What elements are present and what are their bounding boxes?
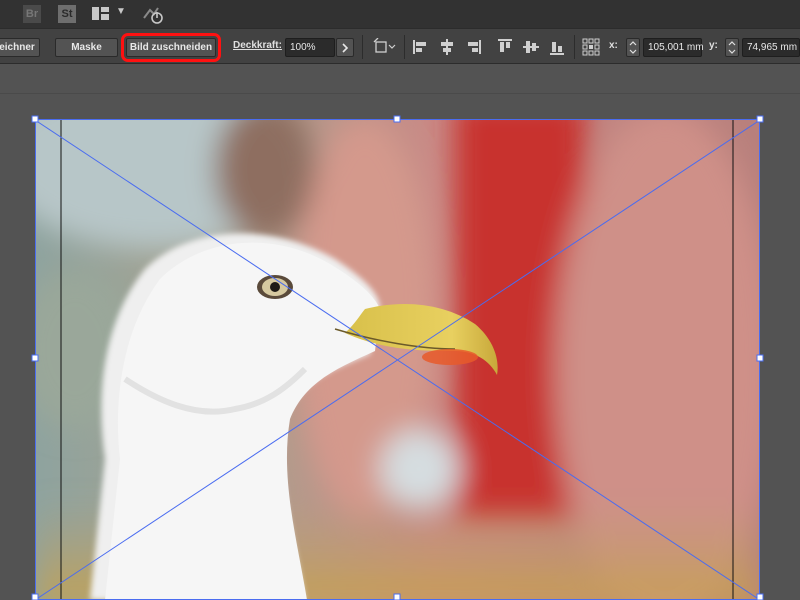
align-horizontal-center-icon[interactable] [438,38,456,56]
chevron-down-icon[interactable]: ▼ [116,6,126,17]
sync-icon[interactable] [142,4,164,24]
align-top-icon[interactable] [496,38,514,56]
align-vertical-center-icon[interactable] [522,38,540,56]
mask-button[interactable]: Maske [55,38,118,57]
crop-image-button[interactable]: Bild zuschneiden [121,33,221,62]
divider [362,35,363,59]
stepper-arrows-icon [629,41,637,54]
bridge-icon[interactable]: Br [23,5,41,23]
workspace-layout-icon[interactable] [92,7,109,20]
reference-point-icon[interactable] [582,38,600,56]
opacity-label: Deckkraft: [233,40,282,51]
stock-icon[interactable]: St [58,5,76,23]
sign-button[interactable]: eichner [0,38,40,57]
opacity-input[interactable]: 100% [285,38,335,57]
divider [574,35,575,59]
x-label: x: [609,40,618,51]
y-stepper[interactable] [725,38,739,57]
x-position-input[interactable]: 105,001 mm [643,38,704,57]
control-panel: eichner Maske Bild zuschneiden Deckkraft… [0,28,800,64]
chevron-right-icon [342,42,349,53]
x-stepper[interactable] [626,38,640,57]
y-position-input[interactable]: 74,965 mm [742,38,800,57]
corner-options-icon[interactable] [372,38,398,56]
opacity-arrow-button[interactable] [336,38,354,57]
placed-image[interactable] [35,119,760,600]
align-right-icon[interactable] [464,38,482,56]
align-bottom-icon[interactable] [548,38,566,56]
application-bar: Br St ▼ [0,0,800,28]
y-label: y: [709,40,718,51]
tab-bar-area [0,64,800,94]
align-left-icon[interactable] [412,38,430,56]
stepper-arrows-icon [728,41,736,54]
divider [404,35,405,59]
